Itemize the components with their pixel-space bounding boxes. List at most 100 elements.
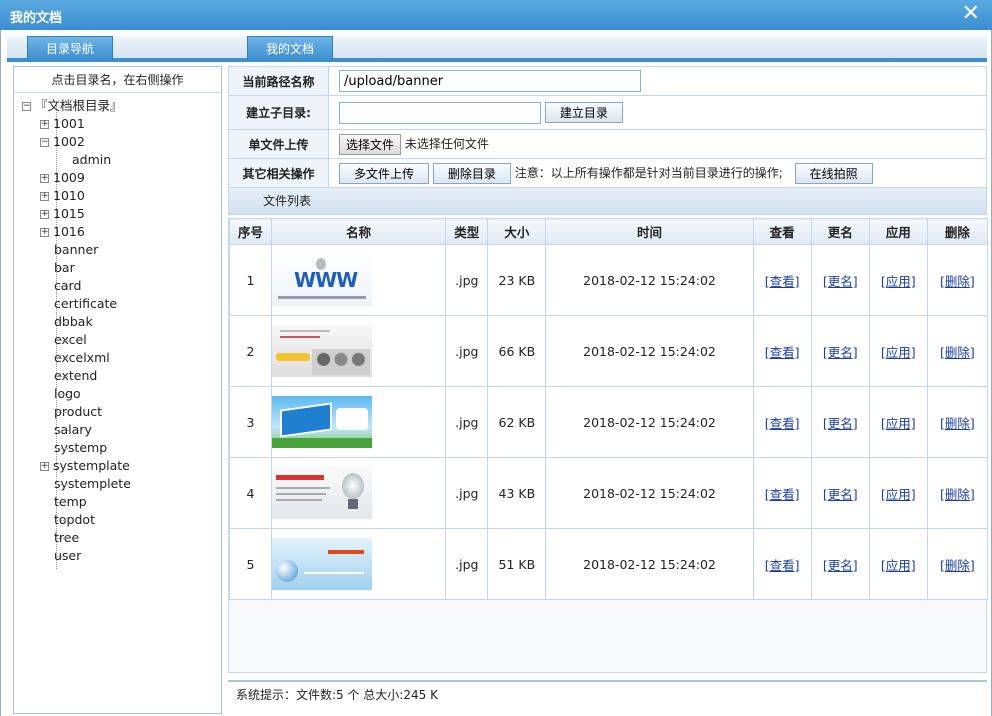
tree-node-systemplete[interactable]: systemplete [22,475,221,493]
thumbnail-image[interactable] [272,538,373,590]
expand-icon[interactable]: + [40,120,49,129]
thumbnail-image[interactable] [272,467,373,519]
delete-link[interactable]: [删除] [940,345,975,360]
tree-node-card[interactable]: card [22,277,221,295]
row-no: 3 [228,386,273,458]
view-link[interactable]: [查看] [765,487,800,502]
choose-file-button[interactable]: 选择文件 [339,133,402,155]
tree-node-product[interactable]: product [22,403,221,421]
tree-node-label[interactable]: systemplate [53,458,130,473]
apply-link[interactable]: [应用] [881,416,916,431]
collapse-icon[interactable]: − [22,102,31,111]
row-delete-cell: [删除] [926,315,989,387]
expand-icon[interactable]: + [40,174,49,183]
tree-node-tree[interactable]: tree [22,529,221,547]
tree-node-1010[interactable]: +1010 [22,187,221,205]
rename-link[interactable]: [更名] [823,416,858,431]
tab-my-documents[interactable]: 我的文档 [247,36,333,60]
tab-directory-nav[interactable]: 目录导航 [27,36,113,60]
path-input[interactable] [339,70,641,92]
tree-node-1009[interactable]: +1009 [22,169,221,187]
tree-branch-line [56,376,68,377]
tree-node-label[interactable]: admin [72,152,111,167]
tree-node-logo[interactable]: logo [22,385,221,403]
delete-link[interactable]: [删除] [940,558,975,573]
create-dir-button[interactable]: 建立目录 [544,102,623,123]
tree-node-extend[interactable]: extend [22,367,221,385]
table-row: 1 WWW .jpg 23 KB 2018-02-12 15:24:02 [查看… [228,244,989,316]
apply-link[interactable]: [应用] [881,558,916,573]
tree-node-systemplate[interactable]: + systemplate [22,457,221,475]
col-apply: 应用 [868,218,928,245]
expand-icon[interactable]: + [40,228,49,237]
expand-icon[interactable]: + [40,210,49,219]
multi-upload-button[interactable]: 多文件上传 [339,162,430,184]
mkdir-input[interactable] [339,101,541,124]
table-row: 2 .jpg 66 KB 2018-02-12 15:24:02 [查看] [更… [228,315,989,387]
tree-node-dbbak[interactable]: dbbak [22,313,221,331]
tree-node-label[interactable]: 1002 [53,134,85,149]
tree-node-topdot[interactable]: topdot [22,511,221,529]
tree-node-excelxml[interactable]: excelxml [22,349,221,367]
tree-node-salary[interactable]: salary [22,421,221,439]
rename-link[interactable]: [更名] [823,345,858,360]
tree-node-1015[interactable]: +1015 [22,205,221,223]
view-link[interactable]: [查看] [765,558,800,573]
row-apply-cell: [应用] [868,386,928,458]
tree-node-excel[interactable]: excel [22,331,221,349]
tree-node-bar[interactable]: bar [22,259,221,277]
no-file-text: 未选择任何文件 [404,136,489,151]
row-time: 2018-02-12 15:24:02 [545,457,754,529]
row-view-cell: [查看] [752,244,812,316]
rename-link[interactable]: [更名] [823,487,858,502]
delete-dir-button[interactable]: 删除目录 [432,162,511,184]
rename-link[interactable]: [更名] [823,274,858,289]
row-view-cell: [查看] [752,528,812,600]
apply-link[interactable]: [应用] [881,487,916,502]
tree-node-banner[interactable]: banner [22,241,221,259]
row-rename-cell: [更名] [810,457,870,529]
thumbnail-image[interactable] [272,325,373,377]
close-icon[interactable]: ✕ [962,2,980,26]
row-size: 23 KB [487,244,547,316]
tree-node-systemp[interactable]: systemp [22,439,221,457]
row-delete-cell: [删除] [926,528,989,600]
rename-link[interactable]: [更名] [823,558,858,573]
tree-root-label[interactable]: 『文档根目录』 [35,98,123,113]
tree-node-admin[interactable]: admin [22,151,221,169]
tree-branch-line [56,250,68,251]
tree-branch-line [56,268,68,269]
tree-node-label[interactable]: 1010 [53,188,85,203]
tree-root[interactable]: − 『文档根目录』 [22,97,221,115]
col-size: 大小 [487,218,547,245]
apply-link[interactable]: [应用] [881,274,916,289]
col-no: 序号 [228,218,273,245]
view-link[interactable]: [查看] [765,274,800,289]
row-apply-cell: [应用] [868,244,928,316]
collapse-icon[interactable]: − [40,138,49,147]
tree-node-certificate[interactable]: certificate [22,295,221,313]
apply-link[interactable]: [应用] [881,345,916,360]
tree-node-label[interactable]: 1015 [53,206,85,221]
delete-link[interactable]: [删除] [940,274,975,289]
tree-node-label[interactable]: 1016 [53,224,85,239]
online-photo-button[interactable]: 在线拍照 [794,162,873,184]
tree-node-temp[interactable]: temp [22,493,221,511]
row-delete-cell: [删除] [926,244,989,316]
tree-node-1002[interactable]: −1002 [22,133,221,151]
tree-node-label[interactable]: 1009 [53,170,85,185]
view-link[interactable]: [查看] [765,345,800,360]
file-list-area: 序号 名称 类型 大小 时间 查看 更名 应用 删除 1 WWW .jpg 23… [228,218,989,673]
thumbnail-image[interactable]: WWW [272,254,373,306]
tree-node-label[interactable]: 1001 [53,116,85,131]
tree-node-1016[interactable]: +1016 [22,223,221,241]
expand-icon[interactable]: + [40,462,49,471]
row-delete-cell: [删除] [926,386,989,458]
thumbnail-image[interactable] [272,396,373,448]
delete-link[interactable]: [删除] [940,487,975,502]
view-link[interactable]: [查看] [765,416,800,431]
tree-node-1001[interactable]: +1001 [22,115,221,133]
tree-node-user[interactable]: user [22,547,221,565]
expand-icon[interactable]: + [40,192,49,201]
delete-link[interactable]: [删除] [940,416,975,431]
